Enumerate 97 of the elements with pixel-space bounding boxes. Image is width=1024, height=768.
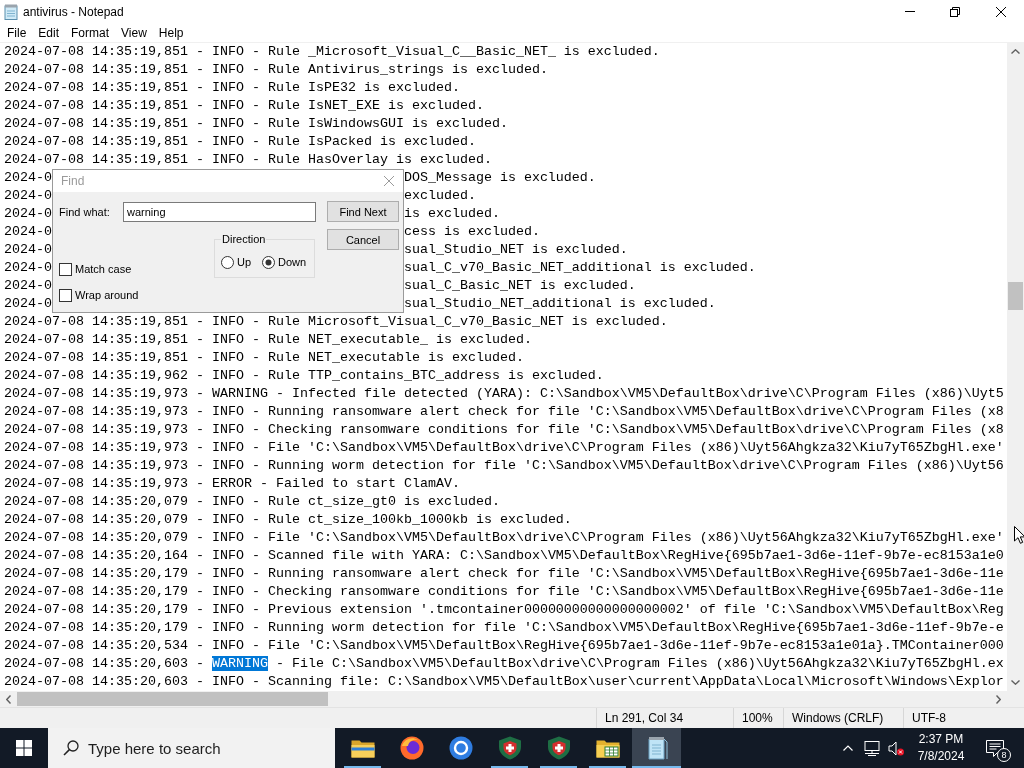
clock-time[interactable]: 2:37 PM	[918, 731, 964, 748]
menu-item[interactable]: File	[1, 24, 33, 41]
dialog-button[interactable]: Find Next	[327, 201, 399, 222]
log-line: 2024-07-08 14:35:19,851 - INFO - Rule NET_executable is excluded.	[4, 350, 524, 365]
log-line: 2024-07-08 14:35:20,603 - WARNING - File C:\Sandbox\VM5\DefaultBox\drive\C\Program Files (x86)\Uyt56Ahgkza32\Kiu7yT65ZbgHl.ex	[4, 656, 1004, 671]
checkbox-option[interactable]: Match case	[59, 261, 132, 277]
window-title: antivirus - Notepad	[23, 4, 124, 19]
log-line: 2024-0	[4, 241, 52, 259]
status-text: 100%	[742, 711, 773, 725]
status-text: Ln 291, Col 34	[605, 711, 684, 725]
log-line: 2024-07-08 14:35:19,851 - INFO - Rule Microsoft_Visual_C_v70_Basic_NET is excluded.	[4, 314, 668, 329]
menu-item[interactable]: Help	[152, 24, 190, 41]
checkbox-option[interactable]: Wrap around	[59, 287, 139, 303]
log-line: 2024-07-08 14:35:19,973 - INFO - Running ransomware alert check for file 'C:\Sandbox\VM5\DefaultBox\drive\C\Program Files (x8	[4, 404, 1004, 419]
log-line: 2024-07-08 14:35:20,179 - INFO - Running ransomware alert check for file 'C:\Sandbox\VM5\DefaultBox\RegHive{695b7ae1-3d6e-11e	[4, 566, 1004, 581]
log-line: 2024-07-08 14:35:19,973 - INFO - Running worm detection for file 'C:\Sandbox\VM5\DefaultBox\drive\C\Program Files (x86)\Uyt56	[4, 458, 1004, 473]
log-line: 2024-07-08 14:35:19,851 - INFO - Rule IsNET_EXE is excluded.	[4, 98, 484, 113]
log-line: sual_C_Basic_NET is excluded.	[403, 277, 636, 295]
log-line: 2024-0	[4, 259, 52, 277]
log-line: 2024-0	[4, 277, 52, 295]
notification-icon	[986, 739, 1004, 757]
shield-icon	[497, 736, 522, 760]
log-line: sual_Studio_NET_additional is excluded.	[403, 295, 716, 313]
status-text: UTF-8	[912, 711, 946, 725]
search-field[interactable]: Type here to search	[48, 728, 335, 768]
log-line: sual_Studio_NET is excluded.	[403, 241, 628, 259]
log-line: DOS_Message is excluded.	[403, 169, 596, 187]
log-line: 2024-0	[4, 223, 52, 241]
menu-item[interactable]: Format	[65, 24, 116, 41]
chevron-up-icon	[843, 745, 853, 751]
scrollbar-thumb[interactable]	[17, 692, 328, 706]
log-line: 2024-07-08 14:35:19,851 - INFO - Rule NET_executable_ is excluded.	[4, 332, 532, 347]
speaker-muted-icon	[888, 740, 904, 756]
log-line: 2024-07-08 14:35:20,079 - INFO - File 'C:\Sandbox\VM5\DefaultBox\drive\C\Program Files (x86)\Uyt56Ahgkza32\Kiu7yT65ZbgHl.exe'	[4, 530, 1004, 545]
restore-icon	[949, 6, 960, 17]
scrollbar-thumb[interactable]	[1008, 282, 1023, 310]
log-line: 2024-07-08 14:35:20,534 - INFO - File 'C:\Sandbox\VM5\DefaultBox\RegHive{695b7ae1-3d6e-11ef-9b7e-ec8153a1e01a}.TMContainer000	[4, 638, 1004, 653]
log-line: 2024-0	[4, 295, 52, 313]
log-line: is excluded.	[403, 205, 500, 223]
log-line: 2024-07-08 14:35:19,973 - ERROR - Failed to start ClamAV.	[4, 476, 460, 491]
log-line: 2024-07-08 14:35:20,179 - INFO - Previous extension '.tmcontainer00000000000000000002' of file 'C:\Sandbox\VM5\DefaultBox\Reg	[4, 602, 1004, 617]
dialog-title: Find	[61, 174, 85, 188]
close-icon	[995, 6, 1006, 17]
notepad-icon	[645, 736, 668, 760]
log-line: 2024-07-08 14:35:20,603 - INFO - Scanning file: C:\Sandbox\VM5\DefaultBox\user\current\AppData\Local\Microsoft\Windows\Explor	[4, 674, 1004, 689]
log-line: 2024-07-08 14:35:20,079 - INFO - Rule ct_size_gt0 is excluded.	[4, 494, 500, 509]
find-what-field[interactable]: warning	[123, 202, 316, 222]
close-icon	[384, 176, 394, 186]
log-line: 2024-07-08 14:35:20,164 - INFO - Scanned file with YARA: C:\Sandbox\VM5\DefaultBox\RegHive{695b7ae1-3d6e-11ef-9b7e-ec8153a1e0	[4, 548, 1004, 563]
notification-badge: 8	[997, 748, 1011, 762]
network-icon	[864, 740, 880, 756]
log-line: 2024-07-08 14:35:19,851 - INFO - Rule _Microsoft_Visual_C__Basic_NET_ is excluded.	[4, 44, 660, 59]
log-line: 2024-0	[4, 205, 52, 223]
log-line: 2024-07-08 14:35:19,962 - INFO - Rule TTP_contains_BTC_address is excluded.	[4, 368, 604, 383]
shield-icon	[546, 736, 571, 760]
log-line: sual_C_v70_Basic_NET_additional is excluded.	[403, 259, 756, 277]
log-line: 2024-07-08 14:35:20,079 - INFO - Rule ct_size_100kb_1000kb is excluded.	[4, 512, 572, 527]
log-line: excluded.	[403, 187, 476, 205]
log-line: 2024-07-08 14:35:19,973 - INFO - Checking ransomware conditions for file 'C:\Sandbox\VM5\DefaultBox\drive\C\Program Files (x8	[4, 422, 1004, 437]
minimize-icon	[904, 11, 915, 12]
radio-option[interactable]: Up	[221, 254, 252, 270]
folder-table-icon	[595, 738, 620, 758]
four-panes-icon	[16, 740, 32, 756]
menu-item[interactable]: View	[115, 24, 153, 41]
log-line: 2024-07-08 14:35:19,973 - INFO - File 'C:\Sandbox\VM5\DefaultBox\drive\C\Program Files (x86)\Uyt56Ahgkza32\Kiu7yT65ZbgHl.exe'	[4, 440, 1004, 455]
log-line: 2024-07-08 14:35:20,179 - INFO - Checking ransomware conditions for file 'C:\Sandbox\VM5\DefaultBox\RegHive{695b7ae1-3d6e-11e	[4, 584, 1004, 599]
log-line: 2024-07-08 14:35:20,179 - INFO - Running worm detection for file 'C:\Sandbox\VM5\DefaultBox\RegHive{695b7ae1-3d6e-11ef-9b7e-e	[4, 620, 1004, 635]
search-icon	[63, 740, 79, 756]
menu-item[interactable]: Edit	[32, 24, 66, 41]
ring-icon	[448, 736, 473, 760]
dialog-button[interactable]: Cancel	[327, 229, 399, 250]
chevron-up-icon[interactable]	[1011, 49, 1020, 54]
chevron-left-icon[interactable]	[6, 694, 11, 704]
field-label: Find what:	[59, 205, 111, 219]
log-line: cess is excluded.	[403, 223, 540, 241]
chevron-right-icon[interactable]	[996, 694, 1001, 704]
status-text: Windows (CRLF)	[792, 711, 884, 725]
browser-icon	[399, 736, 424, 760]
vertical-scrollbar[interactable]	[1007, 43, 1024, 691]
log-line: 2024-07-08 14:35:19,851 - INFO - Rule HasOverlay is excluded.	[4, 152, 492, 167]
log-line: 2024-07-08 14:35:19,851 - INFO - Rule IsWindowsGUI is excluded.	[4, 116, 508, 131]
log-line: 2024-07-08 14:35:19,973 - WARNING - Infected file detected (YARA): C:\Sandbox\VM5\DefaultBox\drive\C\Program Files (x86)\Uyt5	[4, 386, 1004, 401]
log-line: 2024-0	[4, 187, 52, 205]
taskbar-app-button[interactable]	[632, 728, 681, 768]
mouse-pointer-icon	[1014, 526, 1024, 544]
folder-icon	[350, 738, 375, 758]
log-line: 2024-07-08 14:35:19,851 - INFO - Rule IsPE32 is excluded.	[4, 80, 460, 95]
notifications-button[interactable]	[986, 739, 1004, 757]
log-line: 2024-07-08 14:35:19,851 - INFO - Rule IsPacked is excluded.	[4, 134, 476, 149]
horizontal-scrollbar[interactable]	[0, 691, 1007, 707]
group-label: Direction	[221, 233, 267, 246]
notepad-icon	[4, 3, 18, 20]
log-line: 2024-0	[4, 169, 52, 187]
clock-date[interactable]: 7/8/2024	[917, 748, 965, 765]
chevron-down-icon[interactable]	[1011, 680, 1020, 685]
log-line: 2024-07-08 14:35:19,851 - INFO - Rule Antivirus_strings is excluded.	[4, 62, 548, 77]
radio-option[interactable]: Down	[262, 254, 307, 270]
